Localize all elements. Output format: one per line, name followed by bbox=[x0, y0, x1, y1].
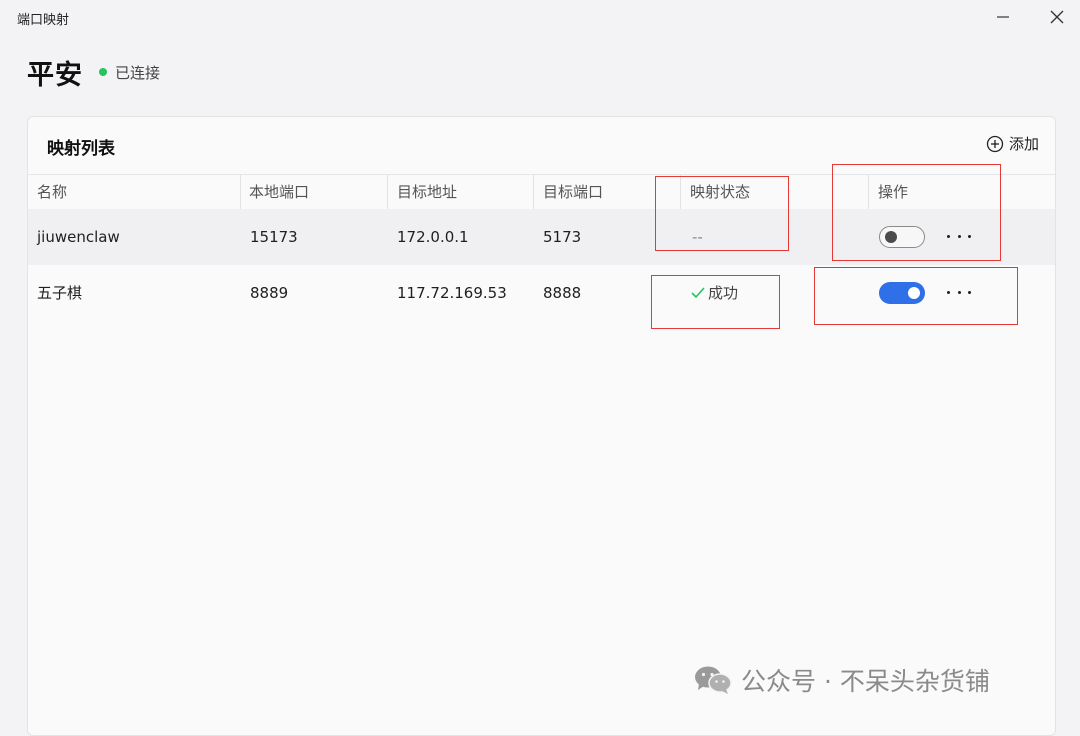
wechat-icon bbox=[695, 666, 732, 694]
cell-target-port: 5173 bbox=[543, 228, 582, 246]
card-title: 映射列表 bbox=[47, 139, 115, 159]
watermark-text: 公众号 · 不呆头杂货铺 bbox=[741, 667, 990, 696]
mapping-list-card: 映射列表 添加 名称 本地端口 目标地址 目标端口 映射状态 操作 jiuwen… bbox=[27, 116, 1056, 736]
more-dot bbox=[947, 290, 950, 294]
close-button[interactable] bbox=[1042, 4, 1072, 30]
column-header-local-port: 本地端口 bbox=[240, 175, 387, 209]
cell-local-port: 15173 bbox=[250, 228, 298, 246]
add-label: 添加 bbox=[1008, 135, 1039, 153]
table-row: jiuwenclaw 15173 172.0.0.1 5173 -- bbox=[28, 209, 1055, 265]
table-row: 五子棋 8889 117.72.169.53 8888 成功 bbox=[28, 265, 1055, 321]
mapping-toggle[interactable] bbox=[879, 282, 925, 304]
more-dot bbox=[947, 234, 950, 238]
more-dot bbox=[968, 290, 971, 294]
cell-target-port: 8888 bbox=[543, 284, 582, 302]
connection-status: 已连接 bbox=[115, 63, 161, 82]
column-header-target-address: 目标地址 bbox=[387, 175, 533, 209]
column-header-actions: 操作 bbox=[868, 175, 1054, 209]
title-bar: 端口映射 bbox=[0, 0, 1080, 36]
status-text: 成功 bbox=[708, 284, 739, 302]
device-header: 平安 已连接 bbox=[27, 52, 160, 92]
close-icon bbox=[1050, 10, 1064, 24]
more-dot bbox=[957, 290, 961, 294]
cell-target-address: 172.0.0.1 bbox=[397, 228, 469, 246]
window-title: 端口映射 bbox=[17, 13, 70, 28]
cell-mapping-status: -- bbox=[692, 228, 703, 246]
plus-circle-icon bbox=[986, 135, 1004, 152]
minimize-button[interactable] bbox=[988, 4, 1018, 30]
minimize-icon bbox=[997, 16, 1009, 18]
cell-name: jiuwenclaw bbox=[37, 228, 120, 246]
toggle-knob bbox=[885, 231, 897, 243]
column-header-name: 名称 bbox=[37, 183, 68, 201]
watermark: 公众号 · 不呆头杂货铺 bbox=[693, 660, 990, 700]
check-icon bbox=[691, 287, 705, 299]
cell-mapping-status: 成功 bbox=[690, 265, 738, 321]
more-actions-button[interactable] bbox=[947, 281, 971, 303]
status-dot bbox=[99, 68, 107, 76]
add-mapping-button[interactable]: 添加 bbox=[986, 133, 1039, 154]
column-header-mapping-status: 映射状态 bbox=[680, 175, 868, 209]
more-actions-button[interactable] bbox=[947, 225, 971, 247]
more-dot bbox=[957, 234, 961, 238]
mapping-toggle[interactable] bbox=[879, 226, 925, 248]
more-dot bbox=[968, 234, 971, 238]
cell-target-address: 117.72.169.53 bbox=[397, 284, 507, 302]
toggle-knob bbox=[908, 287, 920, 299]
device-name: 平安 bbox=[27, 59, 83, 91]
table-header: 名称 本地端口 目标地址 目标端口 映射状态 操作 bbox=[28, 174, 1055, 210]
column-header-target-port: 目标端口 bbox=[533, 175, 680, 209]
cell-name: 五子棋 bbox=[37, 284, 83, 302]
cell-local-port: 8889 bbox=[250, 284, 289, 302]
